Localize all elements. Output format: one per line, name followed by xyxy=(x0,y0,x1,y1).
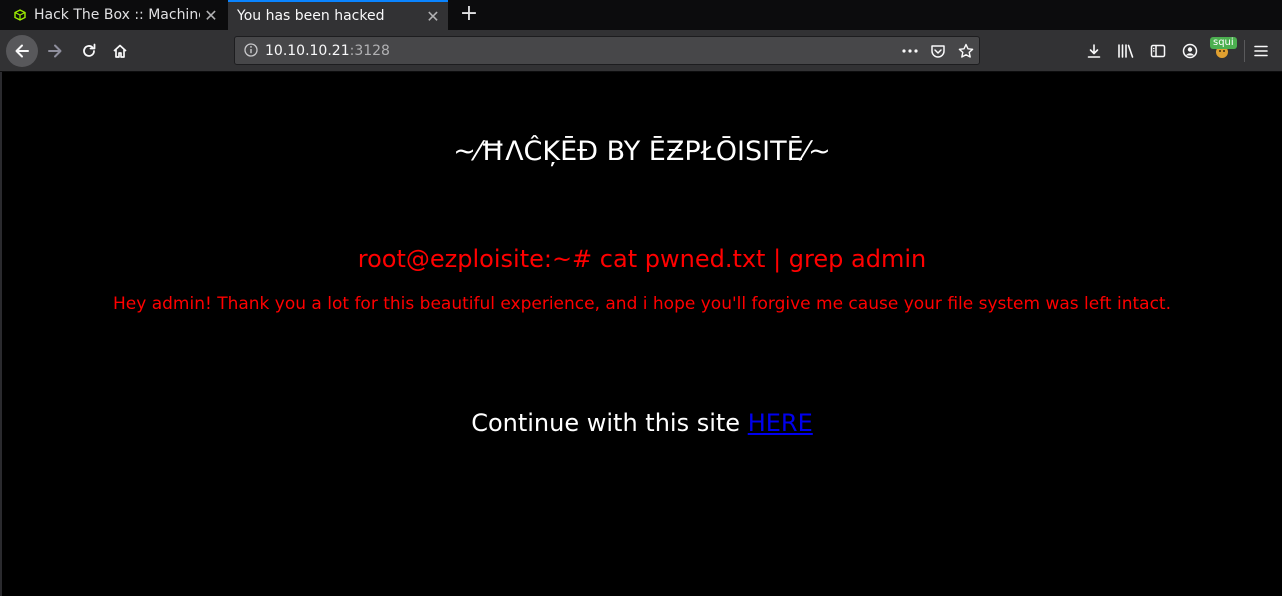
url-text[interactable]: 10.10.10.21:3128 xyxy=(265,43,390,59)
menu-button[interactable] xyxy=(1251,41,1271,61)
navigation-toolbar: 10.10.10.21:3128 squi xyxy=(0,30,1282,72)
tab-hack-the-box[interactable]: Hack The Box :: Machines ✕ xyxy=(0,0,226,30)
url-host: 10.10.10.21 xyxy=(265,43,350,59)
pocket-button[interactable] xyxy=(928,42,948,60)
library-icon xyxy=(1118,44,1134,58)
bookmark-star-button[interactable] xyxy=(956,42,976,60)
downloads-button[interactable] xyxy=(1084,41,1104,61)
close-icon[interactable]: ✕ xyxy=(422,7,444,26)
info-icon[interactable] xyxy=(244,43,258,57)
reload-button[interactable] xyxy=(76,39,102,63)
arrow-right-icon xyxy=(48,44,62,58)
tab-label: Hack The Box :: Machines xyxy=(34,7,200,23)
star-icon xyxy=(958,43,974,58)
continue-line: Continue with this site HERE xyxy=(2,409,1282,437)
continue-text: Continue with this site xyxy=(471,409,741,437)
toolbar-separator xyxy=(1244,40,1245,62)
download-icon xyxy=(1087,44,1101,58)
arrow-left-icon xyxy=(15,44,29,58)
account-icon xyxy=(1182,43,1198,59)
account-button[interactable] xyxy=(1180,41,1200,61)
reload-icon xyxy=(83,43,96,57)
new-tab-button[interactable]: + xyxy=(457,2,481,28)
forward-button[interactable] xyxy=(42,39,68,63)
more-horizontal-icon xyxy=(902,49,918,53)
close-icon[interactable]: ✕ xyxy=(200,6,222,25)
here-link[interactable]: HERE xyxy=(748,409,813,437)
url-port: :3128 xyxy=(349,43,390,59)
hamburger-menu-icon xyxy=(1254,45,1268,57)
terminal-prompt: root@ezploisite:~# cat pwned.txt | grep … xyxy=(357,245,927,273)
tab-strip: Hack The Box :: Machines ✕ You has been … xyxy=(0,0,1282,30)
extension-badge: squi xyxy=(1210,37,1237,49)
sidebar-icon xyxy=(1150,44,1166,58)
pocket-icon xyxy=(931,45,945,58)
admin-message: Hey admin! Thank you a lot for this beau… xyxy=(113,294,1171,314)
page-actions-button[interactable] xyxy=(900,42,920,60)
sidebar-button[interactable] xyxy=(1148,41,1168,61)
page-content: ~⁄ĦΛĈĶĒĐ BY ĒƵPŁŌISITĒ⁄~ root@ezploisite… xyxy=(2,72,1282,596)
home-icon xyxy=(113,44,127,58)
address-bar[interactable]: 10.10.10.21:3128 xyxy=(234,36,980,65)
tab-label: You has been hacked xyxy=(237,8,385,24)
home-button[interactable] xyxy=(107,39,133,63)
htb-cube-icon xyxy=(14,9,26,21)
back-button[interactable] xyxy=(6,35,38,67)
library-button[interactable] xyxy=(1116,41,1136,61)
tab-you-has-been-hacked[interactable]: You has been hacked ✕ xyxy=(228,0,448,30)
page-title: ~⁄ĦΛĈĶĒĐ BY ĒƵPŁŌISITĒ⁄~ xyxy=(453,136,831,167)
